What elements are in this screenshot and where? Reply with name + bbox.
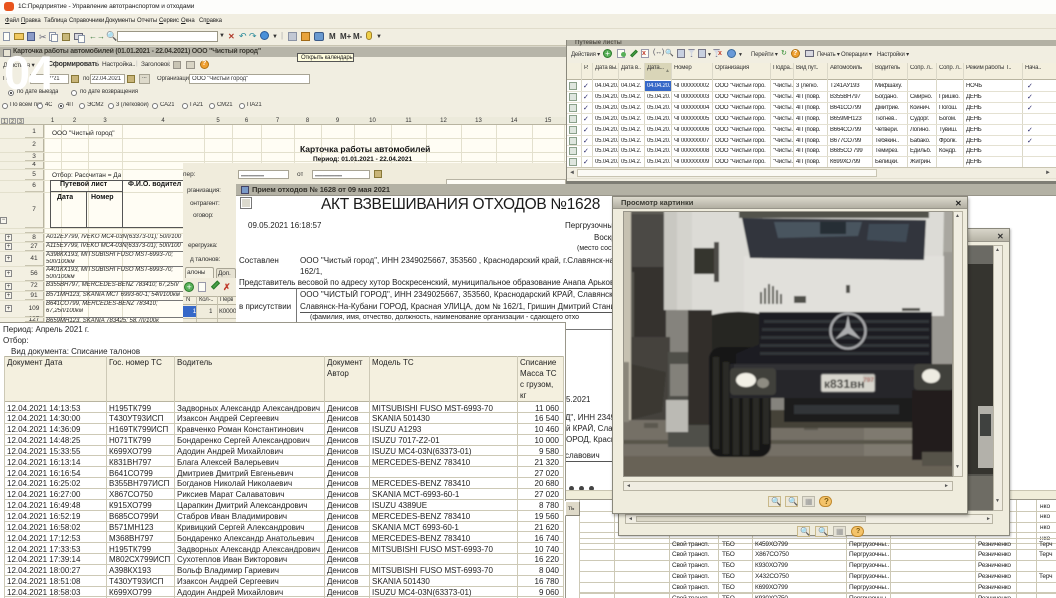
svg-text:797: 797	[863, 377, 874, 384]
svg-text:к831вн: к831вн	[824, 377, 865, 391]
